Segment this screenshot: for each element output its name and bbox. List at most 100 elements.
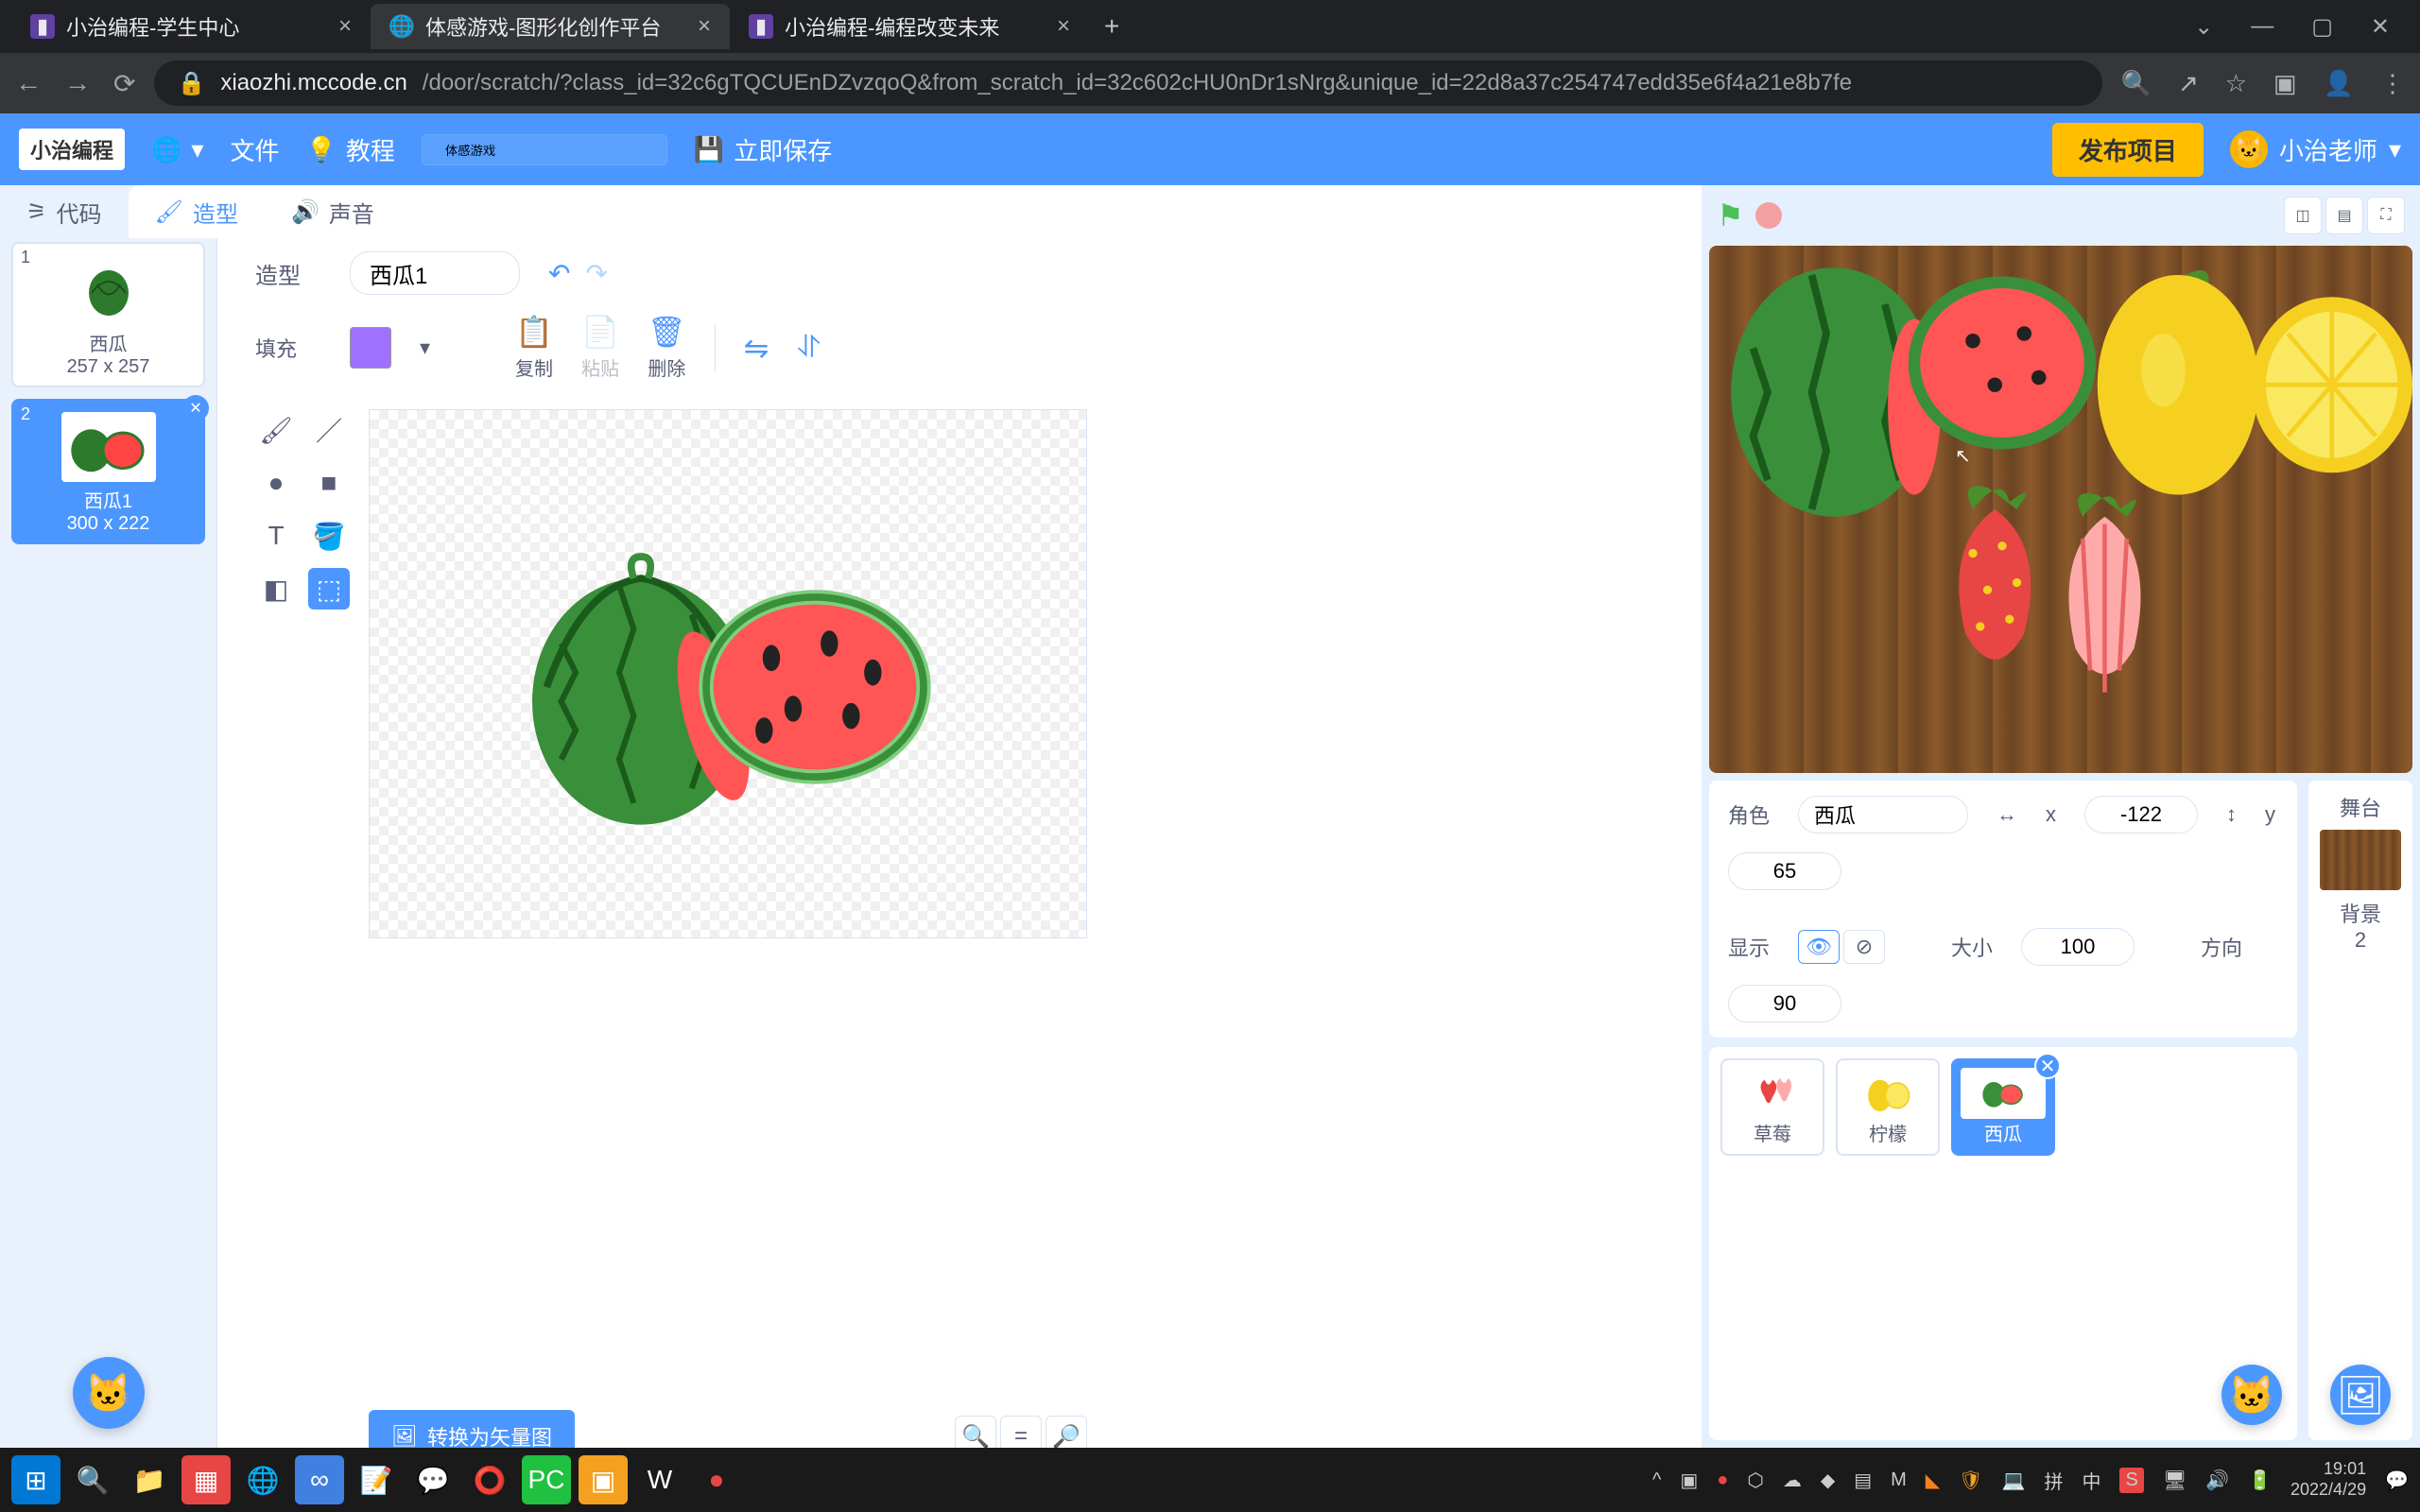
logo[interactable]: 小治编程	[19, 129, 125, 170]
record-icon[interactable]: ●	[692, 1455, 741, 1504]
line-tool[interactable]: ／	[308, 409, 350, 451]
sprite-name-input[interactable]	[1798, 796, 1968, 833]
network-icon[interactable]: 🖥	[2163, 1469, 2187, 1492]
tray-icon[interactable]: ▣	[1680, 1469, 1698, 1492]
reload-icon[interactable]: ⟳	[113, 68, 135, 99]
paste-button[interactable]: 📄粘贴	[581, 314, 619, 381]
x-input[interactable]	[2084, 796, 2198, 833]
costume-item[interactable]: 2 ✕ 西瓜1 300 x 222	[11, 399, 205, 544]
tab-costume[interactable]: 🖌造型	[129, 185, 265, 238]
large-stage-icon[interactable]: ▤	[2325, 197, 2363, 234]
y-input[interactable]	[1728, 852, 1841, 890]
url-input[interactable]: 🔒 xiaozhi.mccode.cn/door/scratch/?class_…	[154, 60, 2101, 106]
tray-icon[interactable]: 🛡	[1959, 1469, 1982, 1492]
flip-h-icon[interactable]: ⇋	[744, 330, 769, 366]
add-backdrop-button[interactable]: 🖼	[2330, 1365, 2391, 1425]
brush-tool[interactable]: 🖌	[255, 409, 297, 451]
undo-icon[interactable]: ↶	[548, 258, 570, 289]
ime-lang[interactable]: 拼	[2044, 1467, 2063, 1494]
tray-icon[interactable]: ◣	[1926, 1469, 1940, 1492]
delete-costume-icon[interactable]: ✕	[182, 395, 209, 421]
green-flag-icon[interactable]: ⚑	[1717, 198, 1744, 233]
app-icon[interactable]: ▦	[182, 1455, 231, 1504]
start-icon[interactable]: ⊞	[11, 1455, 60, 1504]
paint-canvas[interactable]	[369, 409, 1087, 938]
file-menu[interactable]: 文件	[230, 132, 279, 167]
close-icon[interactable]: ×	[1057, 13, 1070, 40]
copy-button[interactable]: 📋复制	[515, 314, 553, 381]
ime-mode[interactable]: 中	[2082, 1467, 2100, 1494]
search-icon[interactable]: 🔍	[68, 1455, 117, 1504]
tray-icon[interactable]: 💻	[2002, 1469, 2026, 1492]
tab-code[interactable]: ⚞代码	[0, 185, 129, 238]
volume-icon[interactable]: 🔊	[2205, 1469, 2229, 1492]
battery-icon[interactable]: 🔋	[2248, 1469, 2272, 1492]
dropdown-icon[interactable]: ▾	[420, 335, 430, 360]
search-icon[interactable]: 🔍	[2121, 69, 2152, 98]
menu-icon[interactable]: ⋮	[2380, 69, 2405, 98]
project-name-input[interactable]	[422, 134, 667, 165]
close-icon[interactable]: ×	[338, 13, 352, 40]
tray-icon[interactable]: ●	[1717, 1469, 1728, 1491]
tray-icon[interactable]: M	[1891, 1469, 1907, 1491]
language-menu[interactable]: 🌐▾	[151, 135, 203, 164]
sprite-item-lemon[interactable]: 柠檬	[1836, 1058, 1940, 1156]
hide-button[interactable]: ⊘	[1843, 930, 1885, 964]
select-tool[interactable]: ⬚	[308, 568, 350, 610]
circle-tool[interactable]: ●	[255, 462, 297, 504]
chrome-icon[interactable]: 🌐	[238, 1455, 287, 1504]
flip-v-icon[interactable]: ⥯	[797, 330, 820, 366]
maximize-icon[interactable]: ▢	[2311, 13, 2333, 41]
browser-tab[interactable]: 🌐 体感游戏-图形化创作平台 ×	[371, 4, 730, 49]
app-icon[interactable]: ▣	[579, 1455, 628, 1504]
app-icon[interactable]: ∞	[295, 1455, 344, 1504]
delete-sprite-icon[interactable]: ✕	[2034, 1053, 2061, 1079]
browser-tab[interactable]: ▮ 小治编程-编程改变未来 ×	[730, 4, 1089, 49]
tray-icon[interactable]: ▤	[1854, 1469, 1872, 1492]
small-stage-icon[interactable]: ◫	[2284, 197, 2322, 234]
sprite-item-strawberry[interactable]: 草莓	[1720, 1058, 1824, 1156]
forward-icon[interactable]: →	[64, 68, 91, 98]
add-sprite-button[interactable]: 🐱	[2221, 1365, 2282, 1425]
share-icon[interactable]: ↗	[2178, 69, 2199, 98]
chevron-up-icon[interactable]: ^	[1652, 1469, 1661, 1491]
delete-button[interactable]: 🗑删除	[648, 314, 686, 381]
obs-icon[interactable]: ⭕	[465, 1455, 514, 1504]
tray-icon[interactable]: S	[2119, 1468, 2143, 1493]
fill-tool[interactable]: 🪣	[308, 515, 350, 557]
fullscreen-icon[interactable]: ⛶	[2367, 197, 2405, 234]
tray-icon[interactable]: ⬡	[1747, 1469, 1763, 1492]
close-icon[interactable]: ×	[698, 13, 711, 40]
sprite-item-watermelon[interactable]: ✕ 西瓜	[1951, 1058, 2055, 1156]
rect-tool[interactable]: ■	[308, 462, 350, 504]
extension-icon[interactable]: ▣	[2273, 69, 2297, 98]
tray-icon[interactable]: ◆	[1821, 1469, 1835, 1492]
costume-name-input[interactable]	[350, 251, 520, 295]
new-tab-button[interactable]: +	[1089, 11, 1134, 42]
explorer-icon[interactable]: 📁	[125, 1455, 174, 1504]
tutorial-button[interactable]: 💡教程	[305, 132, 394, 167]
direction-input[interactable]	[1728, 985, 1841, 1022]
browser-tab[interactable]: ▮ 小治编程-学生中心 ×	[11, 4, 371, 49]
add-costume-button[interactable]: 🐱	[73, 1357, 145, 1429]
fill-color-swatch[interactable]	[350, 327, 391, 369]
tab-sound[interactable]: 🔊声音	[265, 185, 401, 238]
show-button[interactable]: 👁	[1798, 930, 1840, 964]
text-tool[interactable]: T	[255, 515, 297, 557]
stop-icon[interactable]	[1755, 202, 1782, 229]
redo-icon[interactable]: ↷	[585, 258, 607, 289]
close-window-icon[interactable]: ✕	[2371, 13, 2390, 41]
clock[interactable]: 19:01 2022/4/29	[2290, 1459, 2366, 1500]
size-input[interactable]	[2021, 928, 2135, 966]
minimize-icon[interactable]: —	[2251, 13, 2273, 41]
stage-panel[interactable]: 舞台 背景 2 🖼	[2308, 781, 2412, 1440]
tray-icon[interactable]: ☁	[1783, 1469, 1802, 1492]
wechat-icon[interactable]: 💬	[408, 1455, 458, 1504]
back-icon[interactable]: ←	[15, 68, 42, 98]
publish-button[interactable]: 发布项目	[2052, 123, 2204, 177]
stage-thumbnail[interactable]	[2320, 830, 2401, 890]
bookmark-icon[interactable]: ☆	[2225, 69, 2247, 98]
save-button[interactable]: 💾立即保存	[694, 132, 832, 167]
pycharm-icon[interactable]: PC	[522, 1455, 571, 1504]
stage[interactable]: ↖	[1709, 246, 2412, 773]
